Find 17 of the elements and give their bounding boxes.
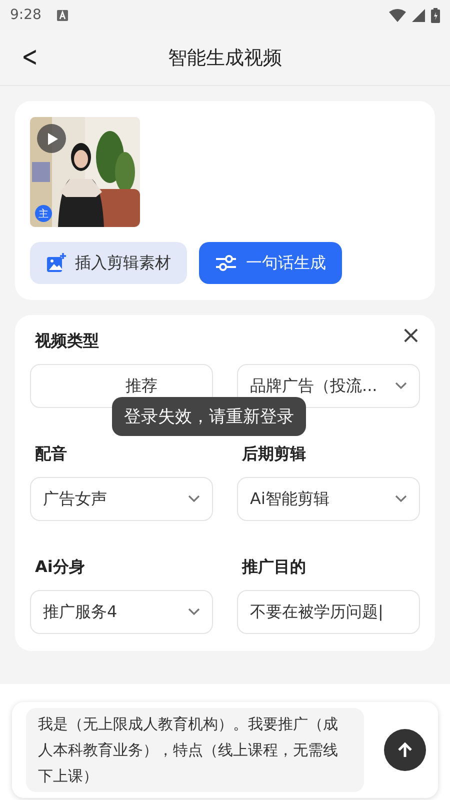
generate-button[interactable]: 一句话生成 (199, 242, 342, 284)
field-label: 推广目的 (242, 557, 307, 578)
field-label: 视频类型 (35, 331, 99, 352)
select-field[interactable]: Ai智能剪辑 (237, 477, 420, 521)
status-time: 9:28 (10, 7, 42, 23)
page-title: 智能生成视频 (168, 46, 282, 70)
close-button[interactable]: × (396, 321, 425, 349)
back-button[interactable]: < (17, 40, 42, 73)
toast-message: 登录失效，请重新登录 (112, 397, 306, 436)
prompt-field[interactable]: 我是（无上限成人教育机构）。我要推广（成人本科教育业务），特点（线上课程，无需线下上课） (26, 708, 364, 792)
field-label: Ai分身 (35, 557, 86, 578)
field-label: 配音 (35, 444, 68, 465)
text-field[interactable]: 不要在被学历问题| (237, 590, 420, 634)
insert-material-button[interactable]: 插入剪辑素材 (30, 242, 187, 284)
select-field[interactable]: 广告女声 (30, 477, 213, 521)
select-field[interactable]: 推广服务4 (30, 590, 213, 634)
field-label: 后期剪辑 (242, 444, 307, 465)
